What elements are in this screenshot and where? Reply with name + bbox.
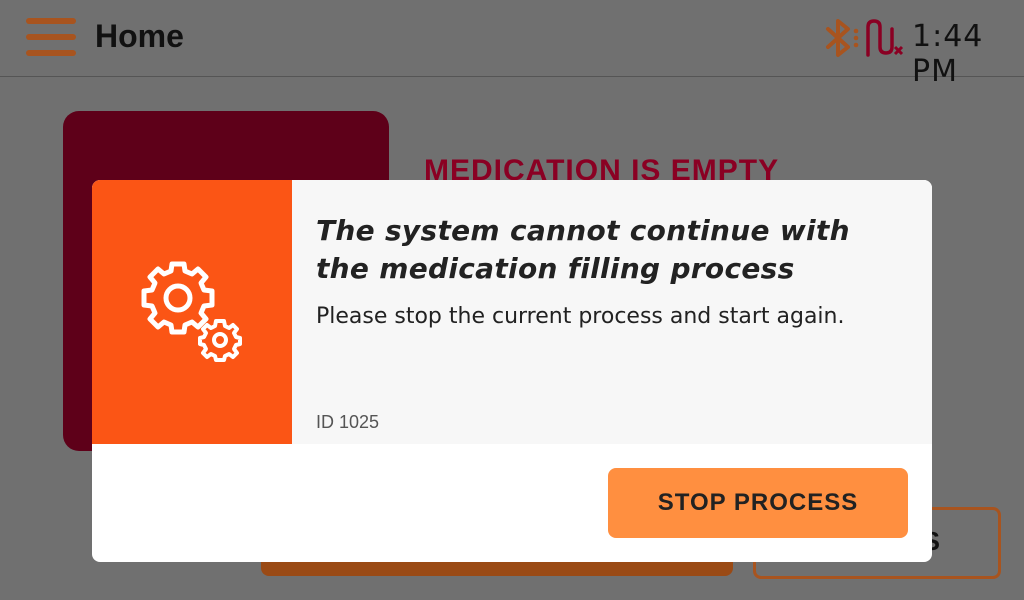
top-bar: Home 1:44 PM: [0, 0, 1024, 89]
clock: 1:44 PM: [912, 19, 984, 89]
error-dialog: The system cannot continue with the medi…: [92, 180, 932, 562]
signal-off-icon: [866, 19, 904, 57]
dialog-icon-panel: [92, 180, 292, 444]
stop-process-button[interactable]: STOP PROCESS: [608, 468, 908, 538]
bluetooth-off-icon: [826, 19, 859, 57]
page-title: Home: [95, 18, 184, 54]
dialog-message: Please stop the current process and star…: [316, 304, 845, 329]
menu-icon[interactable]: [26, 16, 76, 58]
gears-icon: [141, 261, 242, 362]
error-id: ID 1025: [316, 412, 380, 432]
dialog-title: The system cannot continue with the medi…: [316, 214, 850, 285]
dialog-content: The system cannot continue with the medi…: [292, 180, 932, 444]
